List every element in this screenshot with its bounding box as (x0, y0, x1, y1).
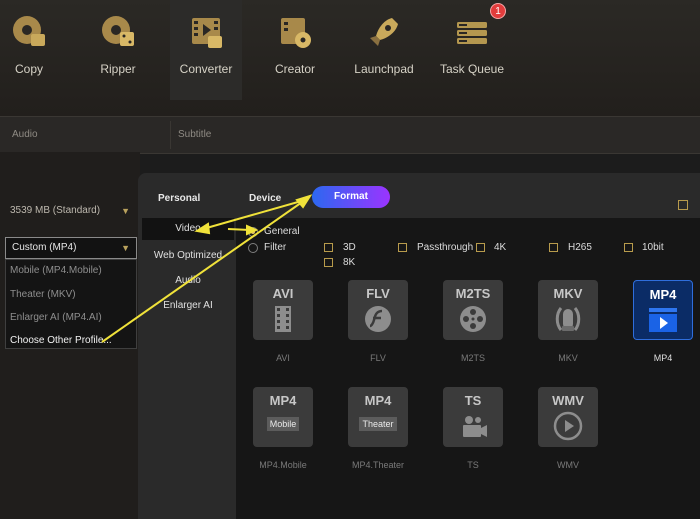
tab-personal[interactable]: Personal (158, 193, 200, 204)
format-label-mkv: MKV (558, 353, 578, 363)
task-queue-icon (457, 22, 487, 44)
format-tile-avi[interactable]: AVI (253, 280, 313, 340)
audio-label: Audio (12, 129, 38, 140)
toolbar-ripper[interactable]: Ripper (88, 0, 148, 100)
toolbar-task-queue[interactable]: 1 Task Queue (438, 0, 506, 100)
film-reel-icon (460, 306, 486, 332)
side-item-web-optimized[interactable]: Web Optimized (142, 250, 234, 261)
format-tile-title: WMV (552, 393, 584, 408)
mobile-badge-text: Mobile (266, 417, 300, 431)
film-strip-icon (275, 306, 291, 332)
main-toolbar: Copy Ripper Converter Creator Launchpad … (0, 0, 700, 116)
format-tile-wmv[interactable]: WMV (538, 387, 598, 447)
format-tile-mp4[interactable]: MP4 (633, 280, 693, 340)
play-screen-icon (649, 308, 677, 332)
format-label-flv: FLV (370, 353, 386, 363)
checkbox-3d[interactable] (324, 243, 333, 252)
format-tile-ts[interactable]: TS (443, 387, 503, 447)
subbar-divider (170, 121, 171, 149)
audio-subtitle-bar: Audio Subtitle (0, 116, 700, 154)
dropdown-item-enlarger-ai[interactable]: Enlarger AI (MP4.AI) (10, 312, 102, 323)
format-tile-title: MKV (553, 286, 583, 301)
disc-copy-icon (13, 16, 45, 46)
dropdown-item-theater[interactable]: Theater (MKV) (10, 289, 76, 300)
mobile-badge: Mobile (253, 417, 313, 431)
film-converter-icon (192, 18, 222, 48)
theater-badge: Theater (348, 417, 408, 431)
checkbox-10bit[interactable] (624, 243, 633, 252)
option-checkbox[interactable] (678, 200, 688, 210)
profile-select[interactable]: Custom (MP4) ▼ (5, 237, 137, 259)
toolbar-creator[interactable]: Creator (264, 0, 326, 100)
output-size-value: 3539 MB (Standard) (10, 205, 101, 216)
checkbox-4k[interactable] (476, 243, 485, 252)
tab-device[interactable]: Device (249, 193, 281, 204)
format-tile-title: FLV (366, 286, 390, 301)
dropdown-item-mobile[interactable]: Mobile (MP4.Mobile) (10, 265, 102, 276)
profile-select-value: Custom (MP4) (12, 242, 77, 253)
toolbar-launchpad[interactable]: Launchpad (348, 0, 420, 100)
disc-creator-icon (281, 18, 311, 48)
toolbar-ripper-label: Ripper (100, 62, 136, 76)
format-label-avi: AVI (276, 353, 290, 363)
format-tile-mkv[interactable]: MKV (538, 280, 598, 340)
toolbar-copy-label: Copy (14, 62, 43, 76)
checkbox-h265-label: H265 (568, 242, 592, 253)
theater-badge-text: Theater (359, 417, 397, 431)
profile-dropdown: Mobile (MP4.Mobile) Theater (MKV) Enlarg… (5, 259, 137, 349)
checkbox-8k-label: 8K (343, 257, 356, 268)
radio-filter-label: Filter (264, 242, 287, 253)
format-label-wmv: WMV (557, 460, 579, 470)
play-circle-icon (553, 411, 583, 441)
radio-general-label: General (264, 226, 300, 237)
checkbox-4k-label: 4K (494, 242, 507, 253)
format-content (236, 218, 700, 519)
checkbox-passthrough-label: Passthrough (417, 242, 474, 253)
subtitle-label: Subtitle (178, 129, 212, 140)
tab-format[interactable]: Format (312, 186, 390, 208)
toolbar-converter[interactable]: Converter (170, 0, 242, 100)
format-label-mp4: MP4 (653, 353, 673, 363)
toolbar-converter-label: Converter (179, 62, 233, 76)
format-tile-title: AVI (272, 286, 294, 301)
chevron-down-icon: ▼ (121, 206, 130, 216)
format-tile-title: MP4 (269, 393, 297, 408)
camera-icon (463, 416, 487, 437)
format-tile-title: M2TS (455, 286, 491, 301)
side-item-enlarger-ai[interactable]: Enlarger AI (142, 300, 234, 311)
format-tile-flv[interactable]: FLV (348, 280, 408, 340)
format-label-mp4-theater: MP4.Theater (351, 460, 405, 470)
toolbar-launchpad-label: Launchpad (354, 62, 414, 76)
disc-ripper-icon (102, 16, 134, 46)
toolbar-task-queue-label: Task Queue (439, 62, 505, 76)
chevron-down-icon: ▼ (121, 243, 130, 253)
task-queue-badge: 1 (490, 3, 506, 19)
toolbar-creator-label: Creator (274, 62, 315, 76)
format-tile-mp4-theater[interactable]: MP4 Theater (348, 387, 408, 447)
radio-filter[interactable] (248, 243, 258, 253)
checkbox-3d-label: 3D (343, 242, 356, 253)
side-item-audio[interactable]: Audio (142, 275, 234, 286)
format-tile-title: TS (464, 393, 482, 408)
rocket-icon (370, 18, 398, 46)
format-tile-title: MP4 (649, 287, 677, 302)
toolbar-copy[interactable]: Copy (0, 0, 58, 100)
format-tile-title: MP4 (364, 393, 392, 408)
checkbox-8k[interactable] (324, 258, 333, 267)
format-label-m2ts: M2TS (460, 353, 485, 363)
format-tile-m2ts[interactable]: M2TS (443, 280, 503, 340)
format-label-ts: TS (467, 460, 479, 470)
checkbox-h265[interactable] (549, 243, 558, 252)
matroska-icon (555, 307, 581, 331)
dropdown-item-choose-other[interactable]: Choose Other Profile... (10, 335, 112, 346)
output-size-select[interactable]: 3539 MB (Standard) ▼ (4, 200, 136, 222)
side-item-video[interactable]: Video (142, 218, 234, 240)
checkbox-passthrough[interactable] (398, 243, 407, 252)
format-tile-mp4-mobile[interactable]: MP4 Mobile (253, 387, 313, 447)
format-label-mp4-mobile: MP4.Mobile (259, 460, 307, 470)
flash-icon (365, 306, 391, 332)
checkbox-10bit-label: 10bit (642, 242, 664, 253)
radio-general[interactable] (248, 227, 258, 237)
